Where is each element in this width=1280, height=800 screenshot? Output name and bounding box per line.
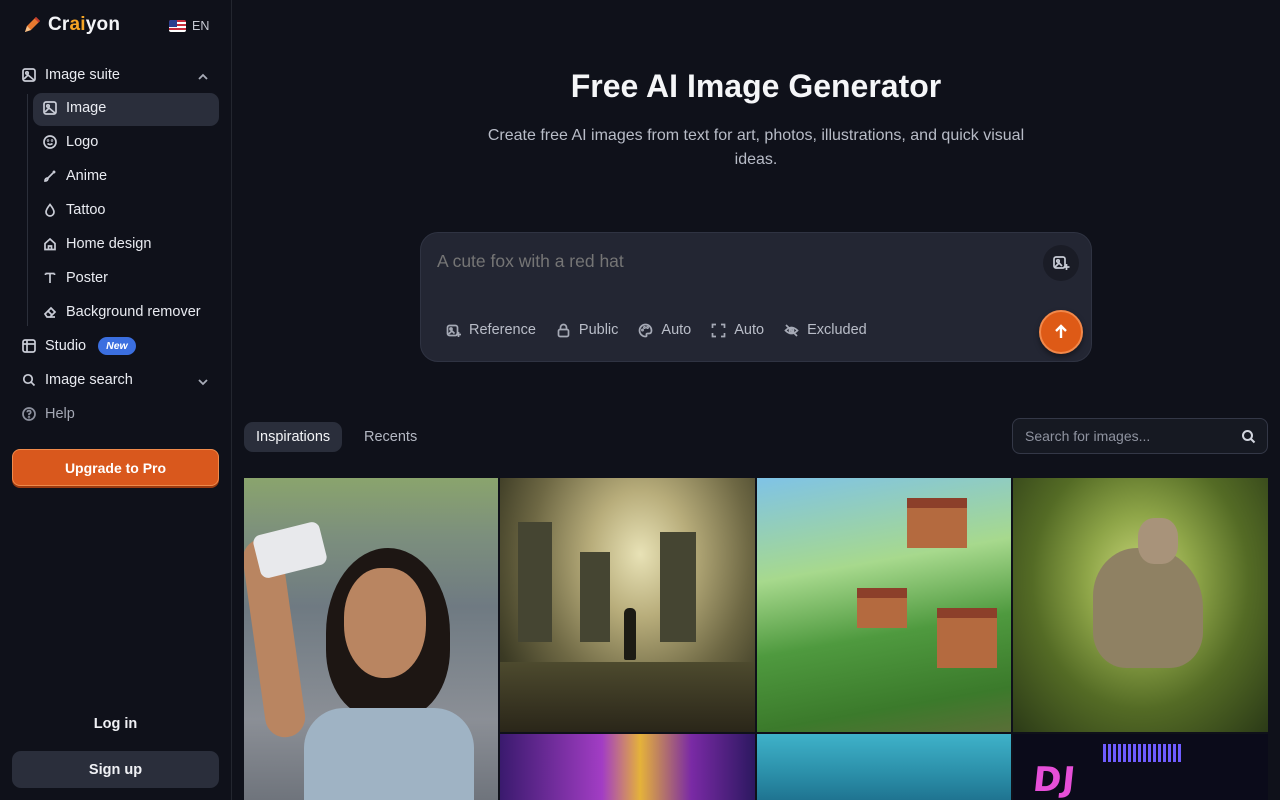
new-badge: New bbox=[98, 337, 136, 355]
log-in-link[interactable]: Log in bbox=[12, 712, 219, 736]
brand-name: Craiyon bbox=[48, 14, 121, 35]
sidebar-item-background-remover[interactable]: Background remover bbox=[43, 304, 201, 320]
page-subtitle: Create free AI images from text for art,… bbox=[487, 127, 1025, 168]
excluded-option[interactable]: Excluded bbox=[784, 322, 867, 338]
tile-detail bbox=[937, 608, 997, 668]
prompt-options: Reference Public Auto Auto Excluded bbox=[446, 322, 867, 338]
sidebar-group-image-search[interactable]: Image search bbox=[22, 372, 133, 388]
option-label: Auto bbox=[661, 322, 692, 338]
help-icon bbox=[22, 407, 36, 421]
sidebar: Craiyon EN Image suite Image Logo Anime … bbox=[0, 0, 232, 800]
sidebar-item-label: Help bbox=[45, 406, 75, 422]
search-icon[interactable] bbox=[1241, 429, 1256, 444]
chevron-up-icon[interactable] bbox=[197, 71, 209, 83]
aspect-ratio-icon bbox=[711, 323, 726, 337]
image-suite-icon bbox=[22, 68, 36, 82]
eye-off-icon bbox=[784, 323, 799, 337]
prompt-input[interactable] bbox=[437, 251, 1027, 272]
image-add-icon bbox=[1053, 256, 1070, 270]
drop-icon bbox=[45, 203, 55, 217]
sidebar-item-tattoo[interactable]: Tattoo bbox=[43, 202, 106, 218]
sidebar-group-image-suite[interactable]: Image suite bbox=[22, 67, 120, 83]
sidebar-group-label: Image suite bbox=[45, 67, 120, 83]
tile-detail bbox=[1093, 548, 1203, 668]
tile-dj-poster[interactable]: DJ RUPTURE bbox=[1013, 734, 1268, 800]
studio-grid-icon bbox=[22, 339, 36, 353]
sidebar-item-image[interactable]: Image bbox=[43, 100, 106, 116]
sidebar-group-label: Image search bbox=[45, 372, 133, 388]
palette-icon bbox=[639, 323, 653, 337]
prompt-box: Reference Public Auto Auto Excluded bbox=[420, 232, 1092, 362]
option-label: Auto bbox=[734, 322, 765, 338]
tile-detail bbox=[907, 498, 967, 548]
add-image-button[interactable] bbox=[1043, 245, 1079, 281]
option-label: Public bbox=[578, 322, 619, 338]
sidebar-item-label: Anime bbox=[66, 168, 108, 184]
tab-inspirations[interactable]: Inspirations bbox=[244, 422, 343, 452]
aspect-ratio-option[interactable]: Auto bbox=[711, 322, 764, 338]
craiyon-logo[interactable]: Craiyon bbox=[22, 14, 120, 36]
sidebar-item-label: Image bbox=[66, 100, 107, 116]
text-icon bbox=[44, 272, 56, 283]
search-icon bbox=[22, 373, 36, 387]
sidebar-item-label: Logo bbox=[66, 134, 99, 150]
reference-icon bbox=[446, 324, 461, 337]
sidebar-item-studio[interactable]: Studio New bbox=[22, 337, 136, 355]
eraser-icon bbox=[43, 306, 57, 318]
submenu-divider bbox=[27, 94, 28, 326]
dj-poster-text: DJ RUPTURE bbox=[1031, 760, 1079, 800]
sidebar-item-label: Tattoo bbox=[66, 202, 106, 218]
sidebar-item-logo[interactable]: Logo bbox=[43, 134, 98, 150]
tile-ruined-city[interactable] bbox=[500, 478, 755, 732]
home-icon bbox=[44, 237, 56, 251]
tile-detail bbox=[1138, 518, 1178, 564]
page-title: Free AI Image Generator bbox=[570, 68, 942, 104]
sidebar-item-poster[interactable]: Poster bbox=[43, 270, 108, 286]
image-search-box bbox=[1012, 418, 1268, 454]
tile-detail bbox=[500, 662, 755, 732]
sidebar-item-anime[interactable]: Anime bbox=[43, 168, 107, 184]
tile-detail bbox=[660, 532, 696, 642]
tile-detail bbox=[344, 568, 426, 678]
sign-up-button[interactable]: Sign up bbox=[12, 751, 219, 788]
tile-detail bbox=[304, 708, 474, 800]
tile-detail bbox=[518, 522, 552, 642]
image-search-input[interactable] bbox=[1025, 428, 1225, 444]
tile-selfie-woman[interactable] bbox=[244, 478, 498, 800]
sidebar-item-label: Poster bbox=[66, 270, 108, 286]
arrow-up-icon bbox=[1055, 324, 1067, 338]
upgrade-to-pro-button[interactable]: Upgrade to Pro bbox=[12, 449, 219, 486]
language-code: EN bbox=[192, 19, 210, 33]
generate-button[interactable] bbox=[1039, 310, 1083, 354]
tile-detail bbox=[624, 608, 636, 660]
tile-cat-riding-dinosaur[interactable] bbox=[1013, 478, 1268, 732]
visibility-option[interactable]: Public bbox=[556, 322, 619, 338]
language-selector[interactable]: EN bbox=[169, 19, 209, 33]
tile-detail bbox=[580, 552, 610, 642]
sidebar-item-help[interactable]: Help bbox=[22, 406, 75, 422]
tab-recents[interactable]: Recents bbox=[352, 422, 429, 452]
tile-detail bbox=[857, 588, 907, 628]
option-label: Reference bbox=[469, 322, 536, 338]
us-flag-icon bbox=[169, 20, 186, 32]
tile-detail bbox=[251, 520, 329, 580]
image-icon bbox=[43, 101, 57, 115]
pencil-logo-icon bbox=[25, 17, 40, 32]
tile-party-hat[interactable] bbox=[500, 734, 755, 800]
smile-icon bbox=[43, 135, 57, 149]
sidebar-item-label: Home design bbox=[66, 236, 152, 252]
lock-icon bbox=[557, 323, 570, 337]
chevron-down-icon[interactable] bbox=[197, 376, 209, 388]
tile-village-totoro[interactable] bbox=[757, 478, 1011, 732]
brush-icon bbox=[44, 170, 56, 182]
sidebar-item-label: Studio bbox=[45, 338, 87, 354]
reference-option[interactable]: Reference bbox=[446, 322, 536, 338]
style-option[interactable]: Auto bbox=[638, 322, 691, 338]
option-label: Excluded bbox=[807, 322, 867, 338]
tile-underwater-shark[interactable] bbox=[757, 734, 1011, 800]
sidebar-item-home-design[interactable]: Home design bbox=[43, 236, 151, 252]
sidebar-item-label: Background remover bbox=[66, 304, 201, 320]
